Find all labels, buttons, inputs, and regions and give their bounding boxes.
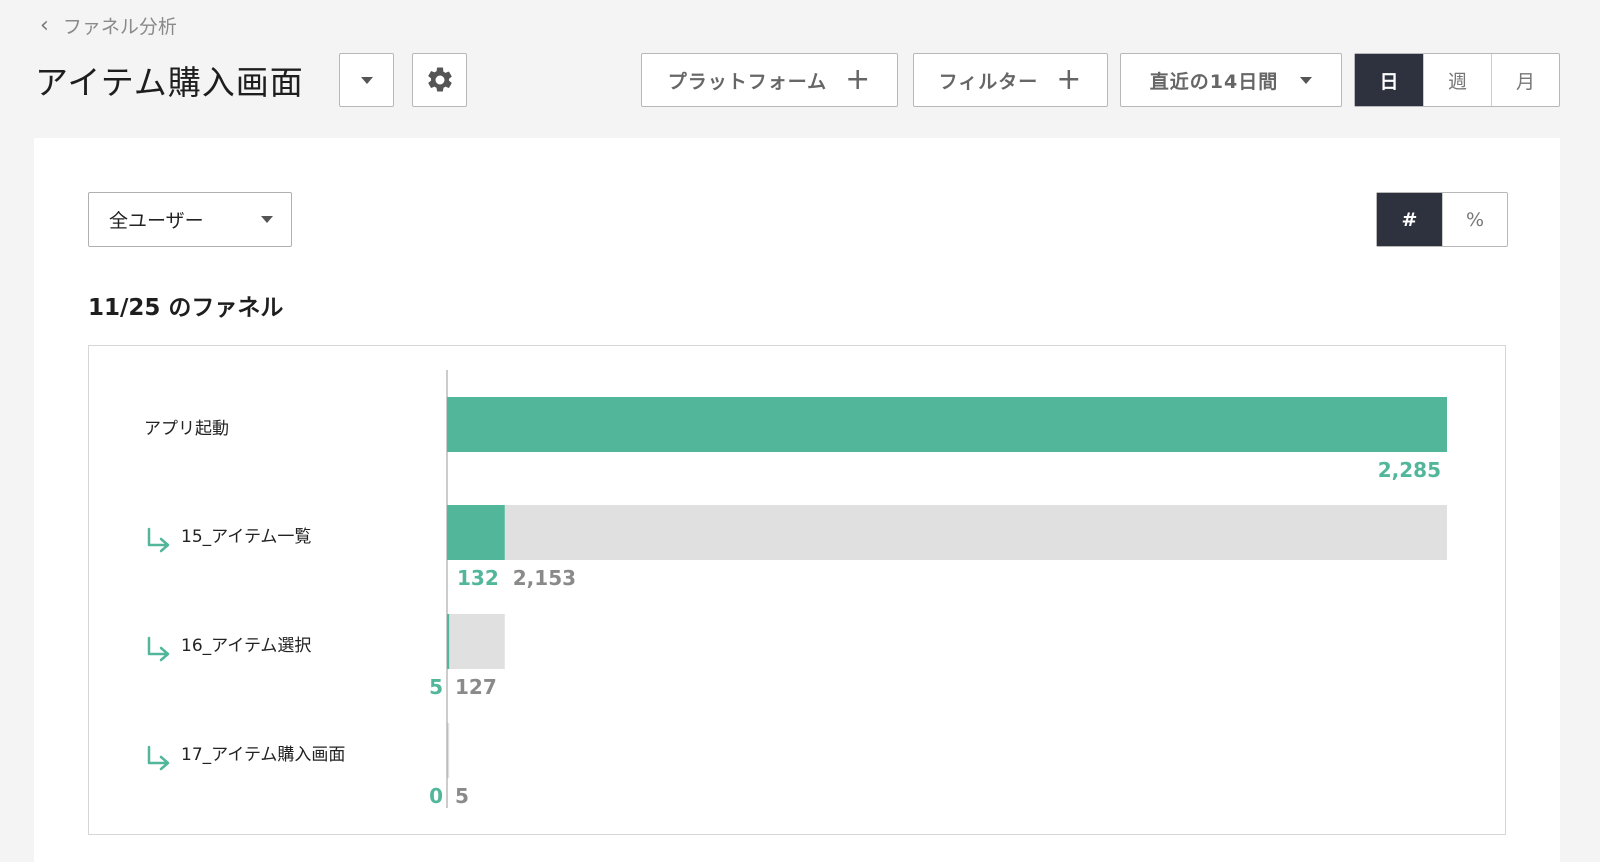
funnel-step-label: 17_アイテム購入画面 (181, 745, 345, 765)
funnel-step-label: アプリ起動 (144, 419, 229, 439)
converted-count-label: 2,285 (1378, 458, 1441, 482)
caret-down-icon (360, 76, 373, 84)
display-mode-percent[interactable]: % (1442, 193, 1507, 246)
period-option-day[interactable]: 日 (1355, 54, 1423, 106)
plus-icon: + (845, 62, 872, 97)
period-toggle: 日 週 月 (1354, 53, 1560, 107)
date-range-label: 直近の14日間 (1149, 70, 1279, 93)
converted-count-label: 0 (429, 784, 443, 808)
back-link[interactable]: ‹ ファネル分析 (40, 12, 177, 39)
funnel-heading: 11/25 のファネル (88, 295, 284, 321)
funnel-step-label: 16_アイテム選択 (181, 636, 311, 656)
converted-count-label: 132 (457, 566, 499, 590)
plus-icon: + (1056, 62, 1083, 97)
settings-button[interactable] (412, 53, 467, 107)
funnel-step-label: 15_アイテム一覧 (181, 527, 311, 547)
step-arrow-icon (147, 527, 170, 553)
converted-bar (447, 397, 1447, 452)
funnel-chart-container: アプリ起動 2,285 15_アイテム一覧 132 2,153 16_アイテム選択 5 127… (88, 345, 1506, 835)
platform-add-label: プラットフォーム (667, 70, 828, 93)
caret-down-icon (1300, 76, 1313, 84)
funnel-select-dropdown-button[interactable] (339, 53, 394, 107)
converted-count-label: 5 (429, 675, 443, 699)
funnel-chart: アプリ起動 2,285 15_アイテム一覧 132 2,153 16_アイテム選択 5 127… (144, 370, 1447, 808)
page-title: アイテム購入画面 (35, 63, 304, 102)
dropoff-count-label: 127 (455, 675, 497, 699)
gear-icon (427, 67, 452, 92)
filter-add-label: フィルター (938, 70, 1039, 93)
period-option-month[interactable]: 月 (1491, 54, 1559, 106)
user-segment-label: 全ユーザー (109, 210, 204, 232)
dropoff-bar (449, 614, 505, 669)
display-mode-toggle: # % (1376, 192, 1508, 247)
chevron-left-icon: ‹ (40, 13, 49, 38)
dropoff-bar (504, 505, 1447, 560)
period-option-week[interactable]: 週 (1423, 54, 1491, 106)
display-mode-count[interactable]: # (1377, 193, 1442, 246)
step-arrow-icon (147, 636, 170, 662)
dropoff-count-label: 2,153 (513, 566, 576, 590)
date-range-dropdown[interactable]: 直近の14日間 (1120, 53, 1342, 107)
caret-down-icon (261, 216, 273, 223)
platform-add-button[interactable]: プラットフォーム + (641, 53, 898, 107)
dropoff-count-label: 5 (455, 784, 469, 808)
converted-bar (447, 505, 505, 560)
step-arrow-icon (147, 745, 170, 771)
filter-add-button[interactable]: フィルター + (913, 53, 1108, 107)
user-segment-dropdown[interactable]: 全ユーザー (88, 192, 292, 247)
back-link-label: ファネル分析 (62, 16, 177, 38)
funnel-card: 全ユーザー # % 11/25 のファネル アプリ起動 2,285 15_アイテム一… (34, 138, 1560, 862)
